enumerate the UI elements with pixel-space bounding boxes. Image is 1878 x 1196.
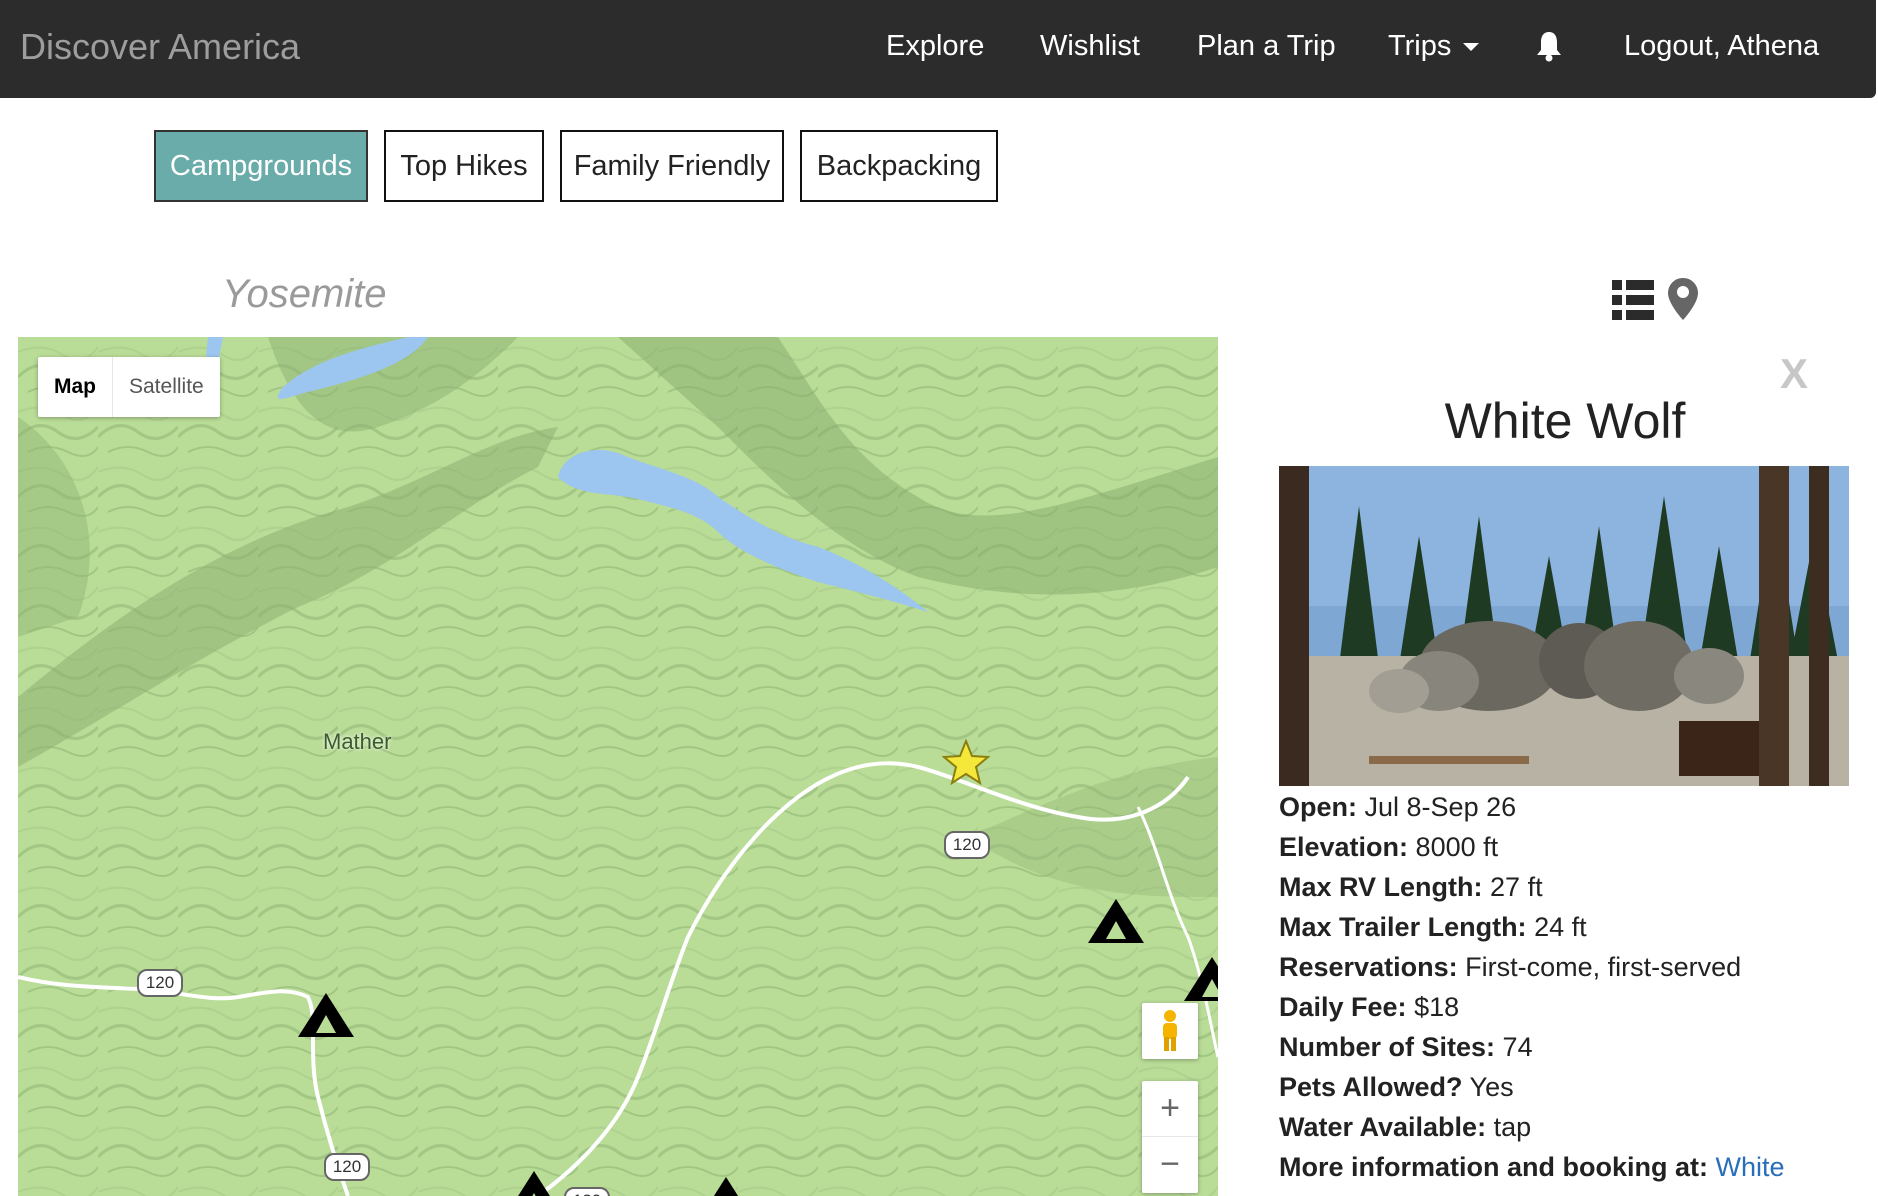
street-view-pegman[interactable] [1142,1003,1198,1059]
route-shield-120: 120 [324,1153,370,1181]
info-row-open: Open: Jul 8-Sep 26 [1279,792,1517,822]
selected-campground-star-marker[interactable] [941,738,991,790]
filter-campgrounds-button[interactable]: Campgrounds [154,130,368,202]
top-navbar: Discover America Explore Wishlist Plan a… [0,0,1876,98]
map-type-map-button[interactable]: Map [38,357,113,417]
map-terrain [18,337,1218,1196]
info-row-elevation: Elevation: 8000 ft [1279,832,1499,862]
list-view-icon[interactable] [1612,280,1654,325]
route-shield-120: 120 [944,831,990,859]
close-detail-button[interactable]: X [1780,350,1808,398]
campground-tent-marker[interactable] [504,1169,564,1196]
bell-icon [1537,32,1561,62]
info-row-pets-allowed: Pets Allowed? Yes [1279,1072,1514,1102]
info-row-water-available: Water Available: tap [1279,1112,1532,1142]
campground-photo [1279,466,1849,786]
zoom-control: + − [1142,1081,1198,1193]
zoom-in-button[interactable]: + [1142,1081,1198,1137]
place-label-mather: Mather [323,729,392,754]
filter-top-hikes-button[interactable]: Top Hikes [384,130,544,202]
map-pin-icon[interactable] [1668,278,1698,325]
info-row-more-information: More information and booking at: White [1279,1152,1785,1182]
nav-explore[interactable]: Explore [886,30,984,63]
filter-backpacking-button[interactable]: Backpacking [800,130,998,202]
campground-map[interactable]: Map Satellite Mather 120 120 120 120 + − [18,337,1218,1196]
campground-info: Open: Jul 8-Sep 26 Elevation: 8000 ft Ma… [1279,787,1869,1187]
map-type-control: Map Satellite [38,357,220,417]
nav-plan-a-trip[interactable]: Plan a Trip [1197,30,1336,63]
info-row-max-trailer-length: Max Trailer Length: 24 ft [1279,912,1587,942]
nav-trips-label: Trips [1388,30,1452,62]
more-info-link[interactable]: White [1716,1152,1785,1182]
campground-tent-marker[interactable] [1086,897,1146,950]
nav-logout[interactable]: Logout, Athena [1624,30,1819,63]
zoom-out-button[interactable]: − [1142,1137,1198,1192]
map-type-satellite-button[interactable]: Satellite [113,357,220,417]
campground-tent-marker[interactable] [696,1175,756,1196]
pegman-icon [1163,1010,1177,1051]
park-title: Yosemite [222,272,387,316]
info-row-reservations: Reservations: First-come, first-served [1279,952,1742,982]
caret-down-icon [1463,43,1480,52]
campground-tent-marker[interactable] [1182,955,1218,1008]
nav-wishlist[interactable]: Wishlist [1040,30,1140,63]
campground-title: White Wolf [1444,393,1686,449]
info-row-daily-fee: Daily Fee: $18 [1279,992,1460,1022]
brand-logo-text[interactable]: Discover America [20,26,300,68]
info-row-max-rv-length: Max RV Length: 27 ft [1279,872,1543,902]
info-row-number-of-sites: Number of Sites: 74 [1279,1032,1533,1062]
route-shield-120: 120 [564,1187,610,1196]
route-shield-120: 120 [137,969,183,997]
notifications-bell-icon[interactable] [1536,30,1562,70]
filter-family-friendly-button[interactable]: Family Friendly [560,130,784,202]
nav-trips-dropdown[interactable]: Trips [1388,30,1480,63]
campground-tent-marker[interactable] [296,991,356,1044]
